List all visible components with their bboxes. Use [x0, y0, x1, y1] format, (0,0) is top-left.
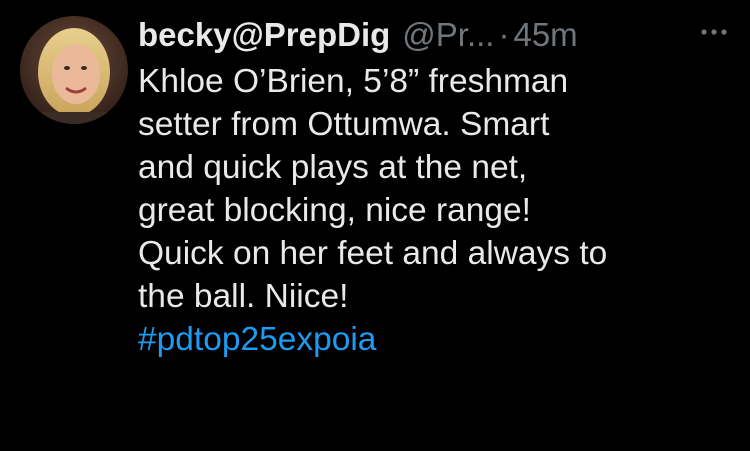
timestamp[interactable]: 45m — [513, 8, 577, 62]
tweet-content: becky@PrepDig @Pr... · 45m Khloe O’Brien… — [138, 8, 738, 361]
author-display-name[interactable]: becky@PrepDig — [138, 8, 390, 62]
tweet-text-line: and quick plays at the net, — [138, 149, 528, 186]
ellipsis-icon[interactable] — [696, 22, 736, 42]
tweet-text-line: the ball. Niice! — [138, 278, 349, 315]
tweet-text-line: great blocking, nice range! — [138, 192, 531, 229]
tweet-header: becky@PrepDig @Pr... · 45m — [138, 8, 738, 62]
hashtag-link[interactable]: #pdtop25expoia — [138, 318, 738, 361]
tweet-text: Khloe O’Brien, 5’8” freshman setter from… — [138, 60, 738, 318]
author-handle[interactable]: @Pr... — [402, 8, 494, 62]
avatar-photo-icon — [20, 16, 128, 124]
tweet-text-line: Khloe O’Brien, 5’8” freshman — [138, 63, 569, 100]
separator-dot: · — [498, 16, 510, 53]
avatar[interactable] — [20, 16, 128, 124]
tweet-text-line: Quick on her feet and always to — [138, 235, 608, 272]
tweet[interactable]: becky@PrepDig @Pr... · 45m Khloe O’Brien… — [0, 0, 750, 451]
tweet-text-line: setter from Ottumwa. Smart — [138, 106, 550, 143]
